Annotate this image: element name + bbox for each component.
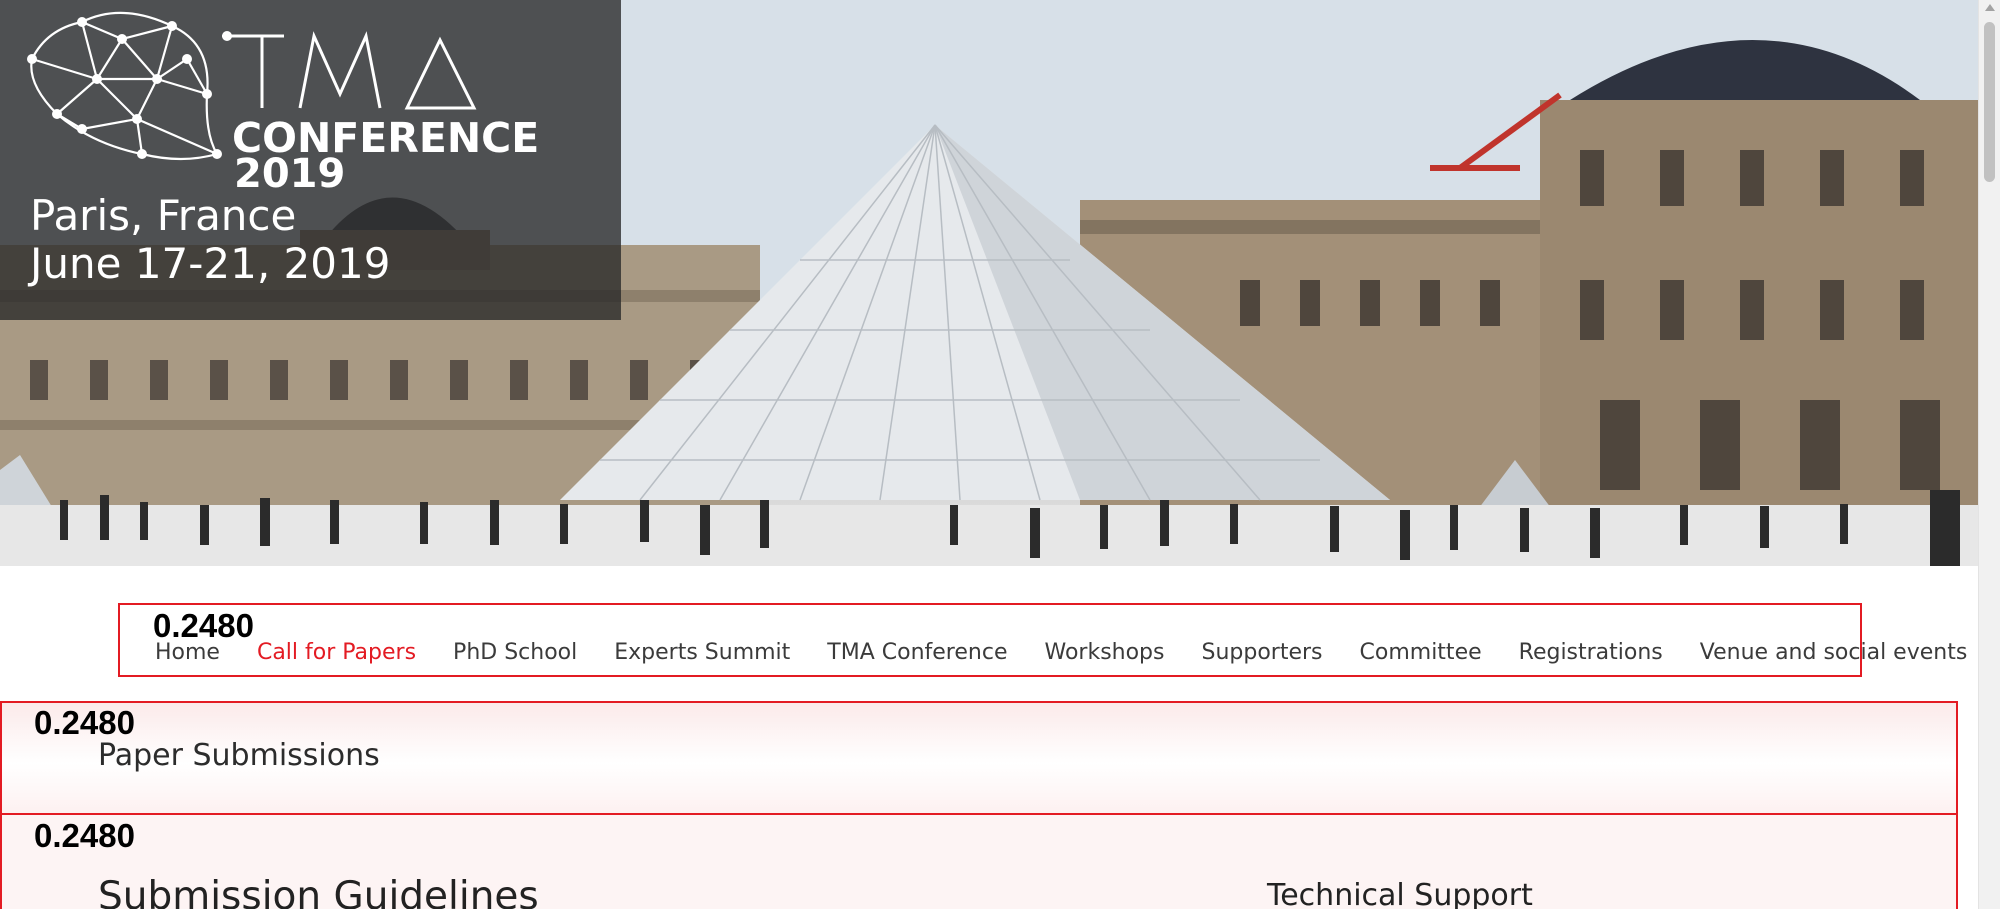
scroll-up-arrow-icon[interactable] — [1985, 4, 1995, 11]
scrollbar-thumb[interactable] — [1984, 22, 1995, 182]
main-navigation: Home Call for Papers PhD School Experts … — [155, 640, 2000, 665]
hero-banner: CONFERENCE 2019 Paris, France June 17-21… — [0, 0, 1978, 566]
logo-year: 2019 — [234, 151, 346, 197]
nav-item-committee[interactable]: Committee — [1360, 640, 1482, 665]
nav-item-supporters[interactable]: Supporters — [1202, 640, 1323, 665]
event-dates: June 17-21, 2019 — [30, 239, 391, 288]
guidelines-score-label: 0.2480 — [34, 817, 135, 854]
nav-item-workshops[interactable]: Workshops — [1044, 640, 1164, 665]
event-location: Paris, France — [30, 191, 297, 240]
nav-score-label: 0.2480 — [153, 607, 254, 644]
nav-item-registrations[interactable]: Registrations — [1519, 640, 1663, 665]
technical-support-heading: Technical Support — [1267, 878, 1533, 909]
page-scrollbar[interactable] — [1978, 0, 2000, 909]
nav-item-experts-summit[interactable]: Experts Summit — [614, 640, 790, 665]
submission-guidelines-heading: Submission Guidelines — [98, 874, 539, 909]
nav-item-home[interactable]: Home — [155, 640, 220, 665]
nav-item-venue-social-events[interactable]: Venue and social events — [1700, 640, 1968, 665]
nav-item-phd-school[interactable]: PhD School — [453, 640, 577, 665]
nav-item-tma-conference[interactable]: TMA Conference — [827, 640, 1007, 665]
nav-item-call-for-papers[interactable]: Call for Papers — [257, 640, 416, 665]
paper-submissions-heading: Paper Submissions — [98, 738, 380, 773]
brand-panel: CONFERENCE 2019 Paris, France June 17-21… — [0, 0, 621, 320]
submissions-score-label: 0.2480 — [34, 704, 135, 741]
